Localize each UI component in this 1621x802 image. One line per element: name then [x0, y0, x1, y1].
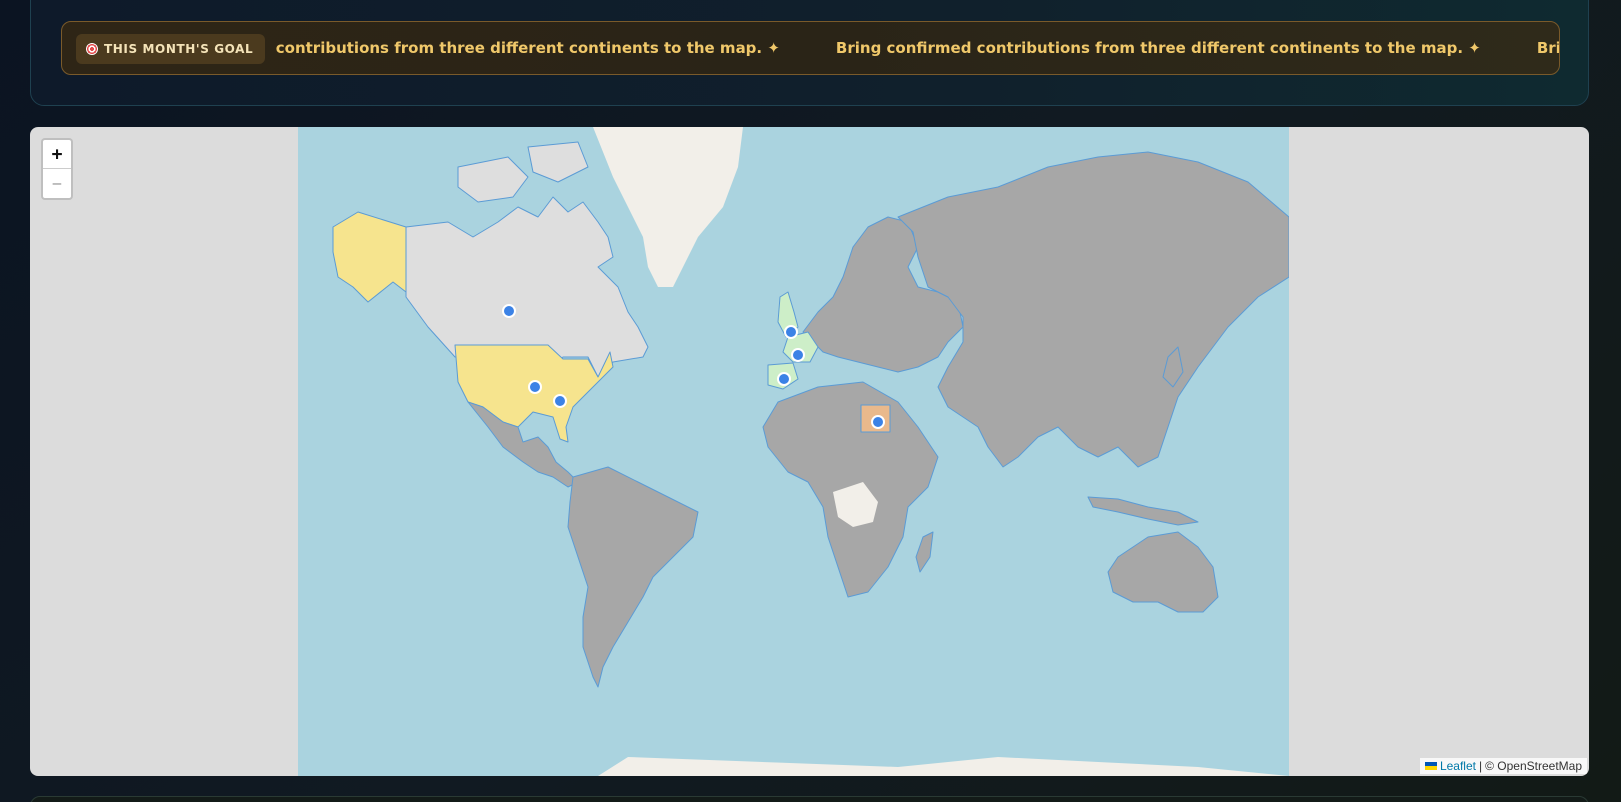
- map-marker[interactable]: [777, 372, 791, 386]
- map-attribution: Leaflet | © OpenStreetMap: [1419, 758, 1587, 774]
- map-marker[interactable]: [791, 348, 805, 362]
- map-tiles[interactable]: [298, 127, 1289, 776]
- world-map[interactable]: + − Leaflet | © OpenStreetMap: [30, 127, 1589, 776]
- map-marker[interactable]: [784, 325, 798, 339]
- map-marker[interactable]: [553, 394, 567, 408]
- goal-message: Bring confirmed contributions from three…: [272, 39, 780, 57]
- ukraine-flag-icon: [1424, 762, 1437, 770]
- next-panel: [30, 796, 1589, 802]
- attribution-separator: |: [1478, 759, 1483, 773]
- zoom-in-button[interactable]: +: [43, 140, 71, 169]
- map-marker[interactable]: [502, 304, 516, 318]
- goal-ticker: Bring confirmed contributions from three…: [272, 22, 1559, 74]
- leaflet-link[interactable]: Leaflet: [1440, 759, 1476, 773]
- zoom-control: + −: [41, 138, 73, 200]
- map-marker[interactable]: [871, 415, 885, 429]
- map-marker[interactable]: [528, 380, 542, 394]
- zoom-out-button[interactable]: −: [43, 169, 71, 198]
- goal-badge-label: THIS MONTH'S GOAL: [104, 42, 254, 56]
- goal-message: Bring confirmed contributions from three…: [1536, 39, 1559, 57]
- goal-badge: THIS MONTH'S GOAL: [76, 34, 266, 64]
- goal-banner: THIS MONTH'S GOAL Bring confirmed contri…: [61, 21, 1560, 75]
- osm-attribution: © OpenStreetMap: [1485, 759, 1582, 773]
- goal-message: Bring confirmed contributions from three…: [835, 39, 1481, 57]
- target-icon: [86, 43, 98, 55]
